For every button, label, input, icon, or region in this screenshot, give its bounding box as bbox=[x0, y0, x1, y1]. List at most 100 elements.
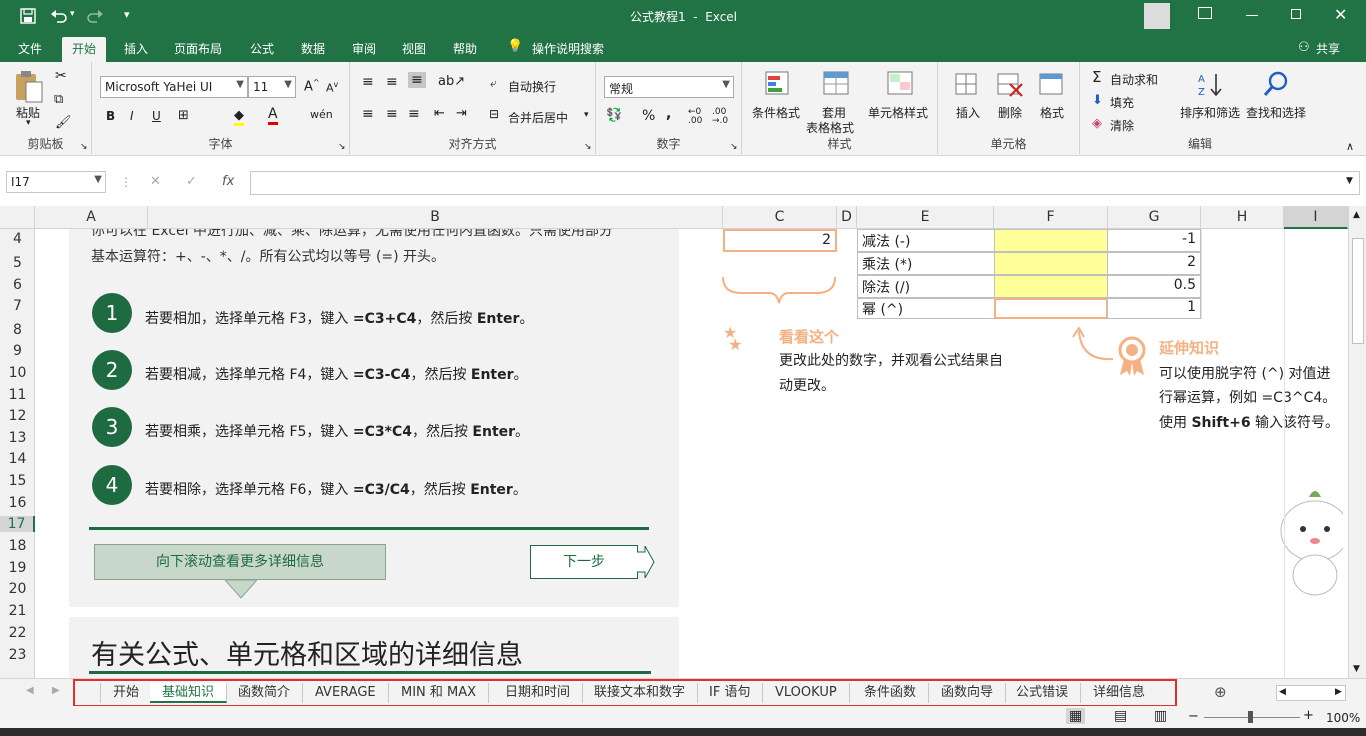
row-header[interactable]: 15 bbox=[0, 473, 35, 489]
merge-center-icon[interactable]: ⊟ bbox=[489, 107, 499, 121]
expand-formula-icon[interactable]: ▼ bbox=[1346, 176, 1353, 186]
decrease-font-icon[interactable]: Av bbox=[326, 80, 338, 95]
scroll-up-icon[interactable]: ▲ bbox=[1353, 210, 1360, 220]
op-result-cell[interactable]: 1 bbox=[1107, 298, 1201, 319]
hscroll-left-icon[interactable]: ◀ bbox=[1279, 687, 1286, 697]
decrease-indent-icon[interactable]: ⇤ bbox=[434, 106, 445, 121]
tab-insert[interactable]: 插入 bbox=[124, 40, 148, 57]
row-header[interactable]: 6 bbox=[0, 277, 35, 293]
tab-formulas[interactable]: 公式 bbox=[250, 40, 274, 57]
column-header-e[interactable]: E bbox=[857, 206, 994, 229]
autosum-button[interactable]: 自动求和 bbox=[1110, 71, 1158, 88]
conditional-format-icon[interactable] bbox=[764, 70, 792, 98]
row-header[interactable]: 23 bbox=[0, 647, 35, 663]
tab-data[interactable]: 数据 bbox=[301, 40, 325, 57]
underline-button[interactable]: U bbox=[152, 109, 161, 123]
column-header-c[interactable]: C bbox=[723, 206, 837, 229]
row-header[interactable]: 18 bbox=[0, 538, 35, 554]
row-header[interactable]: 10 bbox=[0, 365, 35, 381]
merge-dropdown-icon[interactable]: ▾ bbox=[584, 110, 589, 120]
number-launcher-icon[interactable]: ↘ bbox=[730, 142, 738, 152]
comma-style-button[interactable]: , bbox=[666, 106, 671, 122]
alignment-launcher-icon[interactable]: ↘ bbox=[584, 142, 592, 152]
column-header-d[interactable]: D bbox=[837, 206, 857, 229]
restore-icon[interactable] bbox=[1291, 9, 1301, 19]
insert-function-icon[interactable]: fx bbox=[222, 174, 234, 189]
sheet-tab[interactable]: 函数简介 bbox=[226, 683, 304, 703]
format-painter-icon[interactable]: 🖌 bbox=[55, 115, 72, 130]
row-header[interactable]: 19 bbox=[0, 560, 35, 576]
row-header[interactable]: 17 bbox=[0, 516, 35, 532]
op-result-cell[interactable]: 2 bbox=[1107, 252, 1201, 275]
page-break-view-icon[interactable]: ▥ bbox=[1154, 708, 1167, 724]
format-table-icon[interactable] bbox=[822, 70, 850, 98]
zoom-out-icon[interactable]: − bbox=[1188, 709, 1199, 724]
sort-filter-button[interactable]: 排序和筛选 bbox=[1180, 104, 1240, 121]
clipboard-launcher-icon[interactable]: ↘ bbox=[80, 142, 88, 152]
row-header[interactable]: 11 bbox=[0, 387, 35, 403]
sheet-tab[interactable]: IF 语句 bbox=[697, 683, 764, 703]
op-name-cell[interactable]: 幂 (^) bbox=[857, 298, 995, 319]
format-table-button-2[interactable]: 表格格式 bbox=[806, 119, 854, 136]
zoom-level[interactable]: 100% bbox=[1326, 711, 1360, 725]
row-header[interactable]: 4 bbox=[0, 231, 35, 247]
insert-cells-icon[interactable] bbox=[954, 70, 980, 98]
cut-icon[interactable]: ✂ bbox=[55, 68, 67, 84]
op-name-cell[interactable]: 减法 (-) bbox=[857, 229, 995, 252]
column-header-h[interactable]: H bbox=[1201, 206, 1284, 229]
wrap-text-button[interactable]: 自动换行 bbox=[508, 78, 556, 95]
align-left-icon[interactable]: ≡ bbox=[362, 106, 374, 122]
avatar[interactable] bbox=[1144, 3, 1170, 29]
sheet-tab[interactable]: 条件函数 bbox=[852, 683, 930, 703]
close-icon[interactable]: ✕ bbox=[1334, 5, 1347, 24]
align-right-icon[interactable]: ≡ bbox=[408, 106, 420, 122]
find-select-icon[interactable] bbox=[1262, 70, 1290, 98]
cell-c4[interactable]: 2 bbox=[723, 229, 837, 252]
align-center-icon[interactable]: ≡ bbox=[386, 106, 398, 122]
format-cells-button[interactable]: 格式 bbox=[1040, 104, 1064, 121]
worksheet[interactable]: 你可以在 Excel 中进行加、减、乘、除运算，无需使用任何内置函数。只需使用部… bbox=[35, 229, 1343, 678]
row-header[interactable]: 9 bbox=[0, 343, 35, 359]
name-box[interactable]: I17 ▼ bbox=[6, 171, 106, 193]
cell-styles-button[interactable]: 单元格样式 bbox=[868, 104, 928, 121]
sheet-tab[interactable]: 联接文本和数字 bbox=[582, 683, 699, 703]
column-header-i[interactable]: I bbox=[1284, 206, 1348, 229]
accounting-format-icon[interactable]: 💱 bbox=[606, 108, 622, 123]
font-size-select[interactable]: 11 ▼ bbox=[248, 76, 296, 98]
row-header[interactable]: 22 bbox=[0, 625, 35, 641]
borders-icon[interactable]: ⊞ bbox=[178, 108, 189, 123]
align-middle-icon[interactable]: ≡ bbox=[386, 74, 398, 90]
select-all-corner[interactable] bbox=[0, 206, 35, 229]
sheet-tab[interactable]: MIN 和 MAX bbox=[389, 683, 490, 703]
cancel-icon[interactable]: ✕ bbox=[150, 174, 161, 189]
customize-qat-icon[interactable]: ▾ bbox=[124, 8, 130, 21]
clear-icon[interactable]: ◈ bbox=[1092, 116, 1102, 131]
sheet-tab[interactable]: 函数向导 bbox=[929, 683, 1007, 703]
hscroll-right-icon[interactable]: ▶ bbox=[1335, 687, 1342, 697]
italic-button[interactable]: I bbox=[130, 109, 134, 123]
op-formula-cell[interactable] bbox=[994, 229, 1108, 252]
ribbon-display-icon[interactable] bbox=[1198, 7, 1212, 19]
font-launcher-icon[interactable]: ↘ bbox=[338, 142, 346, 152]
increase-font-icon[interactable]: A^ bbox=[304, 78, 320, 94]
tab-file[interactable]: 文件 bbox=[18, 40, 42, 57]
phonetic-icon[interactable]: wén bbox=[310, 108, 333, 121]
row-header[interactable]: 14 bbox=[0, 451, 35, 467]
sheet-tab[interactable]: 日期和时间 bbox=[493, 683, 584, 703]
insert-cells-button[interactable]: 插入 bbox=[956, 104, 980, 121]
sort-filter-icon[interactable]: AZ bbox=[1196, 70, 1226, 98]
op-name-cell[interactable]: 乘法 (*) bbox=[857, 252, 995, 275]
conditional-format-button[interactable]: 条件格式 bbox=[752, 104, 800, 121]
format-cells-icon[interactable] bbox=[1038, 70, 1066, 98]
zoom-slider-thumb[interactable] bbox=[1248, 711, 1253, 723]
sheet-tab[interactable]: 公式错误 bbox=[1004, 683, 1082, 703]
formula-input[interactable] bbox=[250, 171, 1360, 195]
delete-cells-button[interactable]: 删除 bbox=[998, 104, 1022, 121]
align-top-icon[interactable]: ≡ bbox=[362, 74, 374, 90]
bold-button[interactable]: B bbox=[106, 109, 115, 123]
op-formula-cell[interactable] bbox=[994, 298, 1108, 319]
row-header[interactable]: 8 bbox=[0, 322, 35, 338]
row-header[interactable]: 5 bbox=[0, 255, 35, 271]
column-header-f[interactable]: F bbox=[994, 206, 1108, 229]
merge-center-button[interactable]: 合并后居中 bbox=[508, 109, 568, 126]
